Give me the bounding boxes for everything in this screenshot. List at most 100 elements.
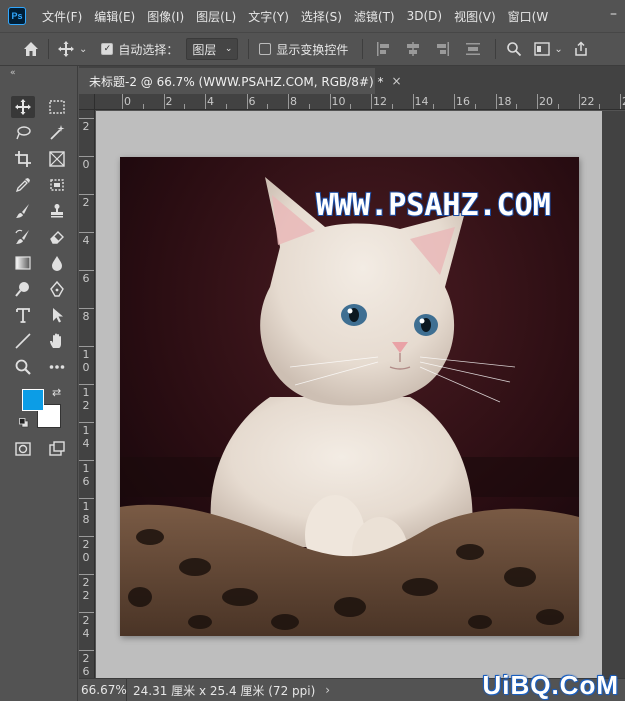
crop-icon[interactable] xyxy=(11,148,35,170)
ruler-left-tick xyxy=(79,308,94,309)
close-icon[interactable]: × xyxy=(392,74,402,88)
ruler-left-tick xyxy=(79,118,94,119)
menu-select[interactable]: 选择(S) xyxy=(295,8,348,25)
ruler-left-label: 8 xyxy=(82,310,90,323)
menu-filter[interactable]: 滤镜(T) xyxy=(348,8,401,25)
options-bar: ⌄ ✓ 自动选择： 图层 ⌄ 显示变换控件 ⌄ xyxy=(0,32,625,66)
home-icon[interactable] xyxy=(22,40,40,58)
chevron-down-icon[interactable]: ⌄ xyxy=(554,44,562,55)
ruler-top-tick xyxy=(578,94,580,109)
path-select-icon[interactable] xyxy=(45,304,69,326)
menu-window[interactable]: 窗口(W xyxy=(502,8,555,25)
ruler-top-tick xyxy=(495,94,497,109)
brush-icon[interactable] xyxy=(11,200,35,222)
default-colors-icon[interactable] xyxy=(19,418,29,428)
ruler-top-tick xyxy=(205,94,206,109)
ruler-left-label: 2 4 xyxy=(82,614,90,640)
quick-mask-icon[interactable] xyxy=(11,438,35,460)
hand-icon[interactable] xyxy=(45,330,69,352)
status-menu-arrow-icon[interactable]: › xyxy=(325,683,330,697)
pen-icon[interactable] xyxy=(45,278,69,300)
document-tab[interactable]: 未标题-2 @ 66.7% (WWW.PSAHZ.COM, RGB/8#) * … xyxy=(79,68,402,94)
ruler-origin[interactable] xyxy=(79,94,95,110)
chevron-down-icon: ⌄ xyxy=(224,44,233,54)
frame-icon[interactable] xyxy=(45,148,69,170)
ruler-left-tick xyxy=(79,460,94,461)
patch-icon[interactable] xyxy=(45,174,69,196)
menu-type[interactable]: 文字(Y) xyxy=(242,8,295,25)
document-info: 24.31 厘米 x 25.4 厘米 (72 ppi) xyxy=(133,683,316,698)
ruler-top-minor-tick xyxy=(350,104,352,109)
marquee-icon[interactable] xyxy=(45,96,69,118)
type-icon[interactable] xyxy=(11,304,35,326)
ruler-left-tick xyxy=(79,194,94,195)
ruler-left-tick xyxy=(79,270,94,271)
menu-view[interactable]: 视图(V) xyxy=(448,8,502,25)
workspace-icon[interactable] xyxy=(534,42,551,56)
ruler-top-tick xyxy=(454,94,455,109)
auto-select-label: 自动选择： xyxy=(118,42,179,57)
minimize-button[interactable]: – xyxy=(610,6,617,22)
menu-edit[interactable]: 编辑(E) xyxy=(88,8,141,25)
ruler-left-label: 1 0 xyxy=(82,348,90,374)
align-center-icon[interactable] xyxy=(405,41,421,57)
ruler-left-label: 2 xyxy=(82,120,90,133)
watermark-logo: UiBQ.CoM xyxy=(482,670,619,700)
ruler-top-tick xyxy=(412,94,414,109)
ruler-top-tick xyxy=(537,94,538,109)
zoom-field[interactable]: 66.67% xyxy=(79,679,127,701)
history-brush-icon[interactable] xyxy=(11,226,35,248)
kitten-photo: WWW.PSAHZ.COM xyxy=(120,157,579,636)
share-icon[interactable] xyxy=(573,41,589,57)
ruler-left-tick xyxy=(79,650,94,651)
menu-3d[interactable]: 3D(D) xyxy=(401,9,448,23)
ruler-left-label: 1 4 xyxy=(82,424,90,450)
ruler-top-tick xyxy=(288,94,289,109)
vertical-ruler[interactable]: 2 0 2 4 6 8 1 0 1 2 1 4 1 6 1 8 2 0 2 2 2 4 2 6 xyxy=(79,110,95,678)
auto-select-target-select[interactable]: 图层 ⌄ xyxy=(186,38,239,60)
dodge-icon[interactable] xyxy=(11,278,35,300)
zoom-icon[interactable] xyxy=(11,356,35,378)
document-canvas[interactable]: WWW.PSAHZ.COM xyxy=(120,157,579,636)
blur-icon[interactable] xyxy=(45,252,69,274)
ruler-left-tick xyxy=(79,536,94,537)
show-transform-checkbox[interactable] xyxy=(259,43,272,55)
align-left-icon[interactable] xyxy=(375,41,391,57)
foreground-color-swatch[interactable] xyxy=(22,389,44,411)
stamp-icon[interactable] xyxy=(45,200,69,222)
align-right-icon[interactable] xyxy=(435,41,451,57)
ruler-left-label: 2 6 xyxy=(82,652,90,678)
lasso-icon[interactable] xyxy=(11,122,35,144)
eraser-icon[interactable] xyxy=(45,226,69,248)
ruler-left-tick xyxy=(79,232,94,233)
menu-layer[interactable]: 图层(L) xyxy=(190,8,242,25)
ruler-left-tick xyxy=(79,498,94,499)
auto-select-checkbox[interactable]: ✓ xyxy=(101,43,114,55)
chevron-down-icon[interactable]: ⌄ xyxy=(79,44,87,55)
ruler-top-label: 10 xyxy=(331,95,346,108)
vertical-scrollbar[interactable] xyxy=(602,111,625,678)
move-icon[interactable] xyxy=(11,96,35,118)
ruler-top-tick xyxy=(371,94,372,109)
horizontal-ruler[interactable]: 024681012141618202224 xyxy=(95,94,625,110)
move-tool-preset-icon[interactable] xyxy=(57,40,75,58)
line-icon[interactable] xyxy=(11,330,35,352)
ruler-left-tick xyxy=(79,612,94,613)
ruler-left-tick xyxy=(79,156,94,157)
menu-file[interactable]: 文件(F) xyxy=(36,8,88,25)
ruler-top-minor-tick xyxy=(557,104,559,109)
swap-colors-icon[interactable]: ⇄ xyxy=(52,386,61,399)
document-tab-bar: 未标题-2 @ 66.7% (WWW.PSAHZ.COM, RGB/8#) * … xyxy=(79,66,625,94)
ruler-left-label: 0 xyxy=(82,158,90,171)
more-icon[interactable] xyxy=(45,356,69,378)
show-transform-label: 显示变换控件 xyxy=(276,42,349,57)
eyedropper-icon[interactable] xyxy=(11,174,35,196)
search-icon[interactable] xyxy=(506,41,522,57)
distribute-icon[interactable] xyxy=(465,41,481,57)
magic-wand-icon[interactable] xyxy=(45,122,69,144)
ruler-top-minor-tick xyxy=(184,104,186,109)
gradient-icon[interactable] xyxy=(11,252,35,274)
collapse-panel-icon[interactable]: « xyxy=(10,68,16,78)
menu-image[interactable]: 图像(I) xyxy=(141,8,190,25)
screen-mode-icon[interactable] xyxy=(45,438,69,460)
